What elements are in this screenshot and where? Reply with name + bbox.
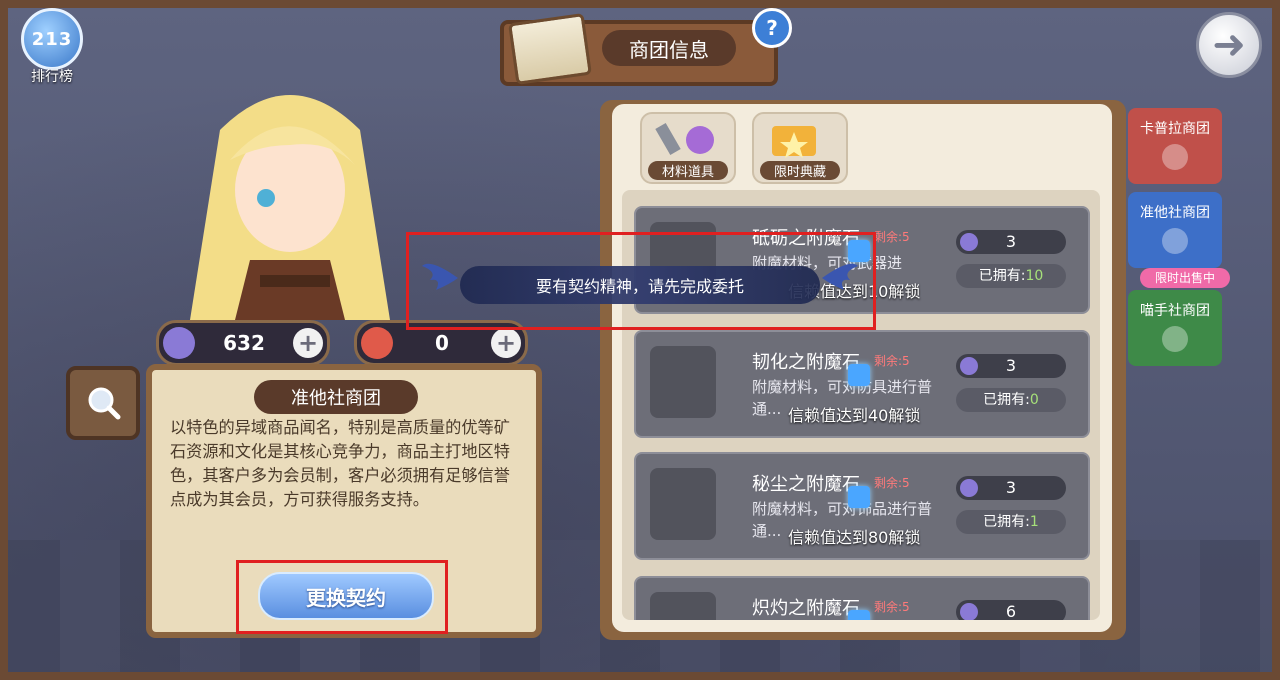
- item-remaining: 剩余:5: [874, 230, 910, 244]
- tab-limited-label: 限时典藏: [760, 161, 840, 180]
- folder-star-icon: [772, 126, 816, 158]
- medal-currency-bar: 0 +: [354, 320, 528, 366]
- tools-potion-icon: [655, 123, 714, 155]
- side-tab-kapula[interactable]: 卡普拉商团: [1128, 108, 1222, 184]
- lock-icon: [848, 364, 870, 386]
- wing-right-icon: [822, 263, 858, 290]
- wing-left-icon: [422, 263, 458, 290]
- tab-materials[interactable]: 材料道具: [640, 112, 736, 184]
- list-item[interactable]: 秘尘之附魔石 剩余:5 附魔材料，可对饰品进行普通... 信赖值达到80解锁 3…: [634, 452, 1090, 560]
- add-gem-button[interactable]: +: [293, 328, 323, 358]
- item-remaining: 剩余:5: [874, 354, 910, 368]
- price-pill: 3: [956, 230, 1066, 254]
- tab-limited[interactable]: 限时典藏: [752, 112, 848, 184]
- lock-icon: [848, 486, 870, 508]
- guild-description: 以特色的异域商品闻名，特别是高质量的优等矿石资源和文化是其核心竞争力，商品主打地…: [170, 418, 510, 509]
- item-remaining: 剩余:5: [874, 476, 910, 490]
- ranking-label: 排行榜: [31, 69, 73, 85]
- enchant-stone-icon: [650, 468, 716, 540]
- item-price: 3: [1005, 232, 1017, 251]
- owned-count: 1: [1029, 514, 1039, 530]
- guild-emblem-icon: [1162, 228, 1188, 254]
- owned-count: 10: [1025, 268, 1044, 284]
- owned-pill: 已拥有:0: [956, 388, 1066, 412]
- exit-arrow-button[interactable]: ➜: [1196, 12, 1262, 78]
- guild-emblem-icon: [1162, 144, 1188, 170]
- add-medal-button[interactable]: +: [491, 328, 521, 358]
- book-quill-icon: [508, 13, 592, 85]
- list-item[interactable]: 炽灼之附魔石 剩余:5 6: [634, 576, 1090, 620]
- help-icon[interactable]: ?: [752, 8, 792, 48]
- owned-pill: 已拥有:10: [956, 264, 1066, 288]
- unlock-requirement: 信赖值达到80解锁: [788, 528, 921, 547]
- enchant-stone-icon: [650, 346, 716, 418]
- heart-medal-icon: [361, 327, 393, 359]
- lock-icon: [848, 610, 870, 620]
- item-price: 3: [1005, 478, 1017, 497]
- paw-icon: [1162, 326, 1188, 352]
- page-title: 商团信息: [602, 30, 736, 66]
- side-tab-miaoshou[interactable]: 喵手社商团: [1128, 290, 1222, 366]
- side-tab-zhunta[interactable]: 准他社商团: [1128, 192, 1222, 268]
- item-list[interactable]: 砥砺之附魔石 剩余:5 附魔材料，可对武器进 信赖值达到10解锁 3 已拥有:1…: [622, 190, 1100, 620]
- price-pill: 6: [956, 600, 1066, 620]
- price-pill: 3: [956, 476, 1066, 500]
- ranking-icon: 213: [21, 8, 83, 70]
- item-name: 韧化之附魔石: [752, 352, 860, 373]
- change-contract-button[interactable]: 更换契约: [258, 572, 434, 620]
- list-item[interactable]: 韧化之附魔石 剩余:5 附魔材料，可对防具进行普通... 信赖值达到40解锁 3…: [634, 330, 1090, 438]
- item-price: 3: [1005, 356, 1017, 375]
- purple-gem-icon: [163, 327, 195, 359]
- character-portrait: [190, 95, 390, 320]
- gem-currency-bar: 632 +: [156, 320, 330, 366]
- item-price: 6: [1005, 602, 1017, 620]
- side-tab-label: 卡普拉商团: [1140, 121, 1210, 137]
- toast-message: 要有契约精神，请先完成委托: [460, 266, 820, 304]
- limited-sale-badge: 限时出售中: [1140, 268, 1230, 288]
- side-tab-label: 喵手社商团: [1140, 303, 1210, 319]
- search-button[interactable]: [66, 366, 140, 440]
- guild-name: 准他社商团: [254, 380, 418, 414]
- ranking-button[interactable]: 213 排行榜: [20, 8, 84, 86]
- owned-count: 0: [1029, 392, 1039, 408]
- side-tab-label: 准他社商团: [1140, 205, 1210, 221]
- medal-amount: 0: [435, 331, 449, 355]
- owned-pill: 已拥有:1: [956, 510, 1066, 534]
- item-name: 炽灼之附魔石: [752, 598, 860, 619]
- gem-amount: 632: [223, 331, 265, 355]
- item-name: 秘尘之附魔石: [752, 474, 860, 495]
- price-pill: 3: [956, 354, 1066, 378]
- item-remaining: 剩余:5: [874, 600, 910, 614]
- enchant-stone-icon: [650, 592, 716, 620]
- owned-label: 已拥有:: [983, 392, 1030, 408]
- magnifier-icon: [88, 387, 121, 420]
- owned-label: 已拥有:: [983, 514, 1030, 530]
- owned-label: 已拥有:: [978, 268, 1026, 284]
- item-name: 砥砺之附魔石: [752, 228, 860, 249]
- unlock-requirement: 信赖值达到40解锁: [788, 406, 921, 425]
- tab-materials-label: 材料道具: [648, 161, 728, 180]
